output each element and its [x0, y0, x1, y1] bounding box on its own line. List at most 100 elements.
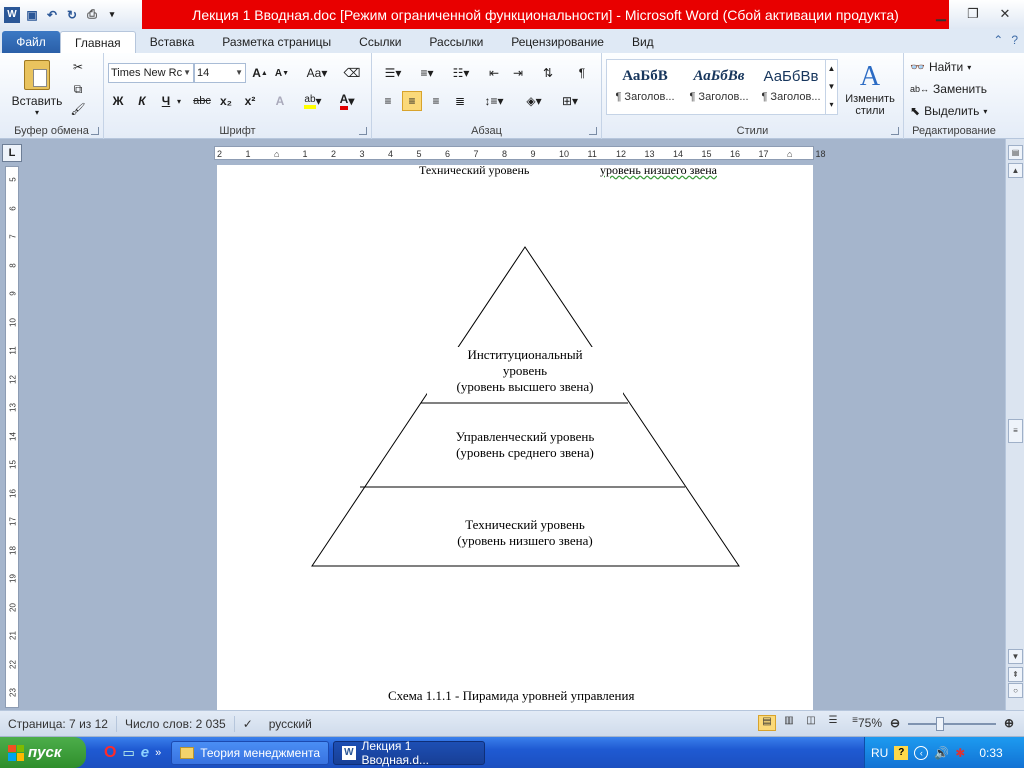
opera-icon[interactable]: O [104, 744, 116, 762]
tab-view[interactable]: Вид [618, 31, 668, 53]
web-layout-icon[interactable]: ◫ [802, 715, 820, 731]
vertical-ruler[interactable]: 5 6 7 8 9 10 11 12 13 14 15 16 17 18 19 20 21 22 23 [5, 166, 19, 708]
format-painter-icon[interactable]: 🖌 [68, 99, 88, 119]
language-indicator[interactable]: русский [261, 716, 320, 732]
word-icon[interactable]: W [4, 6, 20, 23]
chevron-down-icon[interactable]: ▾ [174, 91, 184, 111]
scroll-thumb[interactable]: ≡ [1008, 419, 1023, 443]
align-right-icon[interactable]: ≡ [426, 91, 446, 111]
redo-icon[interactable]: ↻ [64, 7, 80, 23]
paragraph-launcher-icon[interactable] [589, 127, 597, 135]
page-count[interactable]: Страница: 7 из 12 [0, 715, 117, 732]
font-launcher-icon[interactable] [359, 127, 367, 135]
tab-mailings[interactable]: Рассылки [415, 31, 497, 53]
style-heading-3[interactable]: АаБбВв ¶ Заголов... [755, 62, 827, 112]
show-marks-icon[interactable]: ¶ [572, 63, 592, 83]
copy-icon[interactable]: ⧉ [68, 79, 88, 99]
word-count[interactable]: Число слов: 2 035 [117, 715, 235, 732]
undo-icon[interactable]: ↶ [44, 7, 60, 23]
view-ruler-icon[interactable]: ▤ [1008, 145, 1023, 160]
tab-references[interactable]: Ссылки [345, 31, 415, 53]
outline-icon[interactable]: ☰ [824, 715, 842, 731]
font-color-icon[interactable]: A ▾ [334, 91, 360, 111]
volume-icon[interactable]: 🔊 [934, 746, 949, 760]
expand-icon[interactable]: » [155, 747, 161, 759]
task-theory-management[interactable]: Теория менеджмента [171, 740, 330, 765]
vertical-scrollbar[interactable]: ▤ ▲ ≡ ▼ ⇞ ○ [1005, 139, 1024, 710]
minimize-ribbon-icon[interactable]: ⌃ [993, 33, 1003, 47]
cut-icon[interactable]: ✂ [68, 57, 88, 77]
text-effects-icon[interactable]: A [270, 91, 290, 111]
select-button[interactable]: ⬉ Выделить ▾ [910, 101, 987, 121]
style-heading-2[interactable]: АаБбВв ¶ Заголов... [683, 62, 755, 112]
horizontal-ruler[interactable]: 2 1 ⌂ 1 2 3 4 5 6 7 8 9 10 11 12 13 14 15 16 17 ⌂ 18 [214, 146, 826, 160]
show-desktop-icon[interactable]: ▭ [122, 745, 134, 761]
save-icon[interactable]: ▣ [24, 7, 40, 23]
zoom-slider-thumb[interactable] [936, 717, 944, 731]
highlight-icon[interactable]: ab ▾ [300, 91, 326, 111]
clear-formatting-icon[interactable]: ⌫ [342, 63, 362, 83]
proofing-icon[interactable]: ✓ [235, 716, 261, 732]
browse-object-icon[interactable]: ○ [1008, 683, 1023, 698]
font-name-combo[interactable]: Times New Rc ▼ [108, 63, 194, 83]
maximize-button[interactable]: ❐ [958, 4, 988, 24]
full-screen-reading-icon[interactable]: ▥ [780, 715, 798, 731]
tab-selector[interactable]: L [2, 144, 22, 162]
customize-icon[interactable]: ▾ [104, 7, 120, 23]
prev-page-icon[interactable]: ⇞ [1008, 667, 1023, 682]
borders-icon[interactable]: ⊞▾ [556, 91, 584, 111]
line-spacing-icon[interactable]: ↕≡▾ [480, 91, 508, 111]
sort-icon[interactable]: ⇅ [538, 63, 558, 83]
language-indicator-tray[interactable]: RU [871, 746, 888, 760]
subscript-icon[interactable]: x₂ [216, 91, 236, 111]
tab-insert[interactable]: Вставка [136, 31, 209, 53]
underline-icon[interactable]: Ч [156, 91, 176, 111]
paste-button[interactable]: Вставить ▾ [10, 57, 64, 119]
change-case-icon[interactable]: Aa▾ [302, 63, 332, 83]
font-size-combo[interactable]: 14 ▼ [194, 63, 246, 83]
zoom-in-icon[interactable]: ⊕ [1004, 716, 1014, 730]
styles-launcher-icon[interactable] [891, 127, 899, 135]
justify-icon[interactable]: ≣ [450, 91, 470, 111]
style-heading-1[interactable]: АаБбВ ¶ Заголов... [609, 62, 681, 112]
align-left-icon[interactable]: ≡ [378, 91, 398, 111]
tray-expand-icon[interactable]: ‹ [914, 745, 929, 760]
shading-icon[interactable]: ◈▾ [520, 91, 548, 111]
bold-icon[interactable]: Ж [108, 91, 128, 111]
task-lecture-word[interactable]: W Лекция 1 Вводная.d... [333, 739, 486, 767]
tab-file[interactable]: Файл [2, 31, 60, 53]
internet-explorer-icon[interactable]: e [141, 744, 149, 761]
gallery-scroll[interactable]: ▲ ▼ ▾ [825, 60, 837, 114]
start-button[interactable]: пуск [0, 737, 86, 768]
zoom-level[interactable]: 75% [858, 716, 882, 730]
numbering-icon[interactable]: ≡▾ [412, 63, 442, 83]
zoom-out-icon[interactable]: ⊖ [890, 716, 900, 730]
replace-button[interactable]: ab↔ Заменить [910, 79, 987, 99]
document-page[interactable]: Технический уровень уровень низшего звен… [217, 165, 813, 710]
clipboard-launcher-icon[interactable] [91, 127, 99, 135]
align-center-icon[interactable]: ≡ [402, 91, 422, 111]
antivirus-icon[interactable]: ✱ [955, 746, 965, 760]
clock[interactable]: 0:33 [979, 746, 1002, 760]
italic-icon[interactable]: К [132, 91, 152, 111]
zoom-slider[interactable] [908, 723, 996, 725]
tab-review[interactable]: Рецензирование [497, 31, 618, 53]
strikethrough-icon[interactable]: abc [190, 91, 214, 111]
increase-indent-icon[interactable]: ⇥ [508, 63, 528, 83]
shrink-font-icon[interactable]: A ▼ [272, 63, 292, 83]
scroll-down-icon[interactable]: ▼ [1008, 649, 1023, 664]
bullets-icon[interactable]: ☰▾ [378, 63, 408, 83]
tab-home[interactable]: Главная [60, 31, 136, 53]
close-button[interactable]: ✕ [990, 4, 1020, 24]
scroll-up-icon[interactable]: ▲ [1008, 163, 1023, 178]
help-tray-icon[interactable]: ? [894, 745, 909, 760]
print-preview-icon[interactable]: ⎙ [84, 7, 100, 23]
change-styles-button[interactable]: A Изменить стили [840, 57, 900, 121]
minimize-button[interactable]: ▁ [926, 4, 956, 24]
find-button[interactable]: 👓 Найти ▾ [910, 57, 971, 77]
superscript-icon[interactable]: x² [240, 91, 260, 111]
multilevel-list-icon[interactable]: ☷▾ [446, 63, 476, 83]
print-layout-icon[interactable]: ▤ [758, 715, 776, 731]
help-icon[interactable]: ? [1011, 33, 1018, 47]
tab-page-layout[interactable]: Разметка страницы [208, 31, 345, 53]
